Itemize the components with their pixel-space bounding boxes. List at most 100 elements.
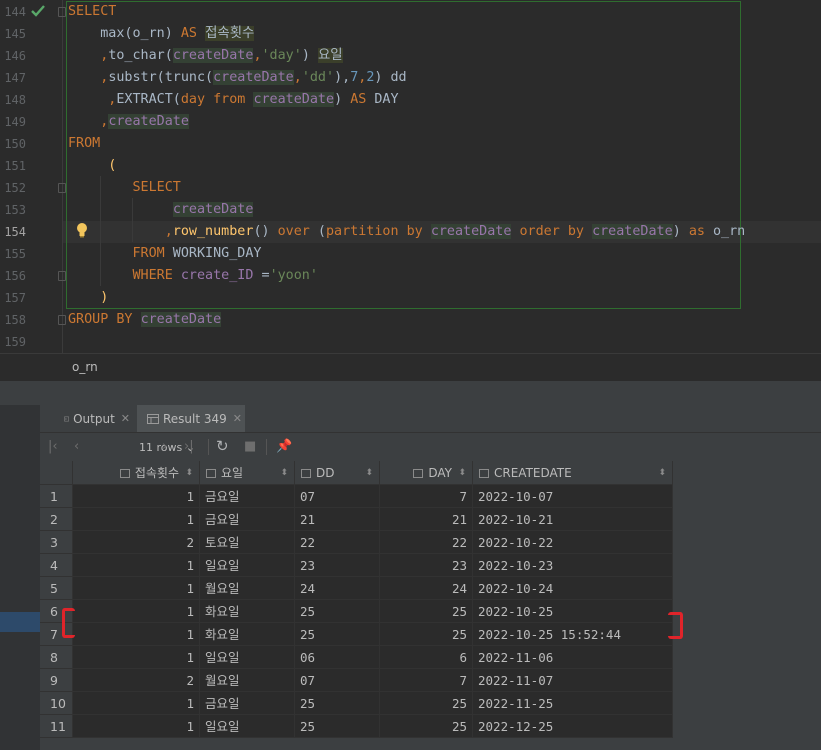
table-cell[interactable]: 1 (73, 715, 200, 738)
table-cell[interactable]: 월요일 (200, 669, 295, 692)
first-page-icon[interactable]: |‹ (48, 439, 58, 454)
grid-header-count[interactable]: 접속횟수 ⬍ (73, 461, 200, 485)
table-row[interactable]: 9 2 월요일 07 7 2022-11-07 (40, 669, 673, 692)
grid-header-weekday[interactable]: 요일 ⬍ (200, 461, 295, 485)
table-cell[interactable]: 25 (380, 715, 473, 738)
table-cell[interactable]: 21 (380, 508, 473, 531)
code-line[interactable]: WHERE create_ID ='yoon' (68, 265, 317, 287)
table-cell[interactable]: 2022-10-07 (473, 485, 673, 508)
refresh-icon[interactable]: ↻ (216, 437, 229, 455)
table-cell[interactable]: 2022-10-22 (473, 531, 673, 554)
table-row[interactable]: 11 1 일요일 25 25 2022-12-25 (40, 715, 673, 738)
table-cell[interactable]: 25 (295, 715, 380, 738)
sort-icon[interactable]: ⬍ (658, 461, 666, 485)
table-row[interactable]: 5 1 월요일 24 24 2022-10-24 (40, 577, 673, 600)
table-cell[interactable]: 2022-10-24 (473, 577, 673, 600)
table-cell[interactable]: 1 (73, 692, 200, 715)
last-page-icon[interactable]: ›| (184, 439, 194, 454)
table-row[interactable]: 3 2 토요일 22 22 2022-10-22 (40, 531, 673, 554)
table-cell[interactable]: 금요일 (200, 692, 295, 715)
panel-divider[interactable] (0, 381, 821, 405)
tab-output[interactable]: Output ✕ (48, 405, 130, 432)
table-cell[interactable]: 1 (73, 554, 200, 577)
bulb-icon[interactable] (76, 222, 88, 238)
table-cell[interactable]: 2022-12-25 (473, 715, 673, 738)
table-cell[interactable]: 07 (295, 485, 380, 508)
table-cell[interactable]: 6 (380, 646, 473, 669)
code-line[interactable]: ( (68, 155, 116, 177)
table-row[interactable]: 8 1 일요일 06 6 2022-11-06 (40, 646, 673, 669)
table-cell[interactable]: 25 (295, 692, 380, 715)
code-line[interactable]: createDate (68, 199, 254, 221)
table-cell[interactable]: 일요일 (200, 715, 295, 738)
grid-header-day[interactable]: DAY ⬍ (380, 461, 473, 485)
fold-marker-icon[interactable] (58, 271, 66, 281)
grid-header-createdate[interactable]: CREATEDATE ⬍ (473, 461, 673, 485)
table-cell[interactable]: 22 (295, 531, 380, 554)
sort-icon[interactable]: ⬍ (458, 461, 466, 485)
table-cell[interactable]: 2022-10-23 (473, 554, 673, 577)
tab-result[interactable]: Result 349 ✕ (137, 405, 245, 432)
table-cell[interactable]: 2022-11-06 (473, 646, 673, 669)
grid-header-dd[interactable]: DD ⬍ (295, 461, 380, 485)
table-cell[interactable]: 25 (295, 623, 380, 646)
fold-marker-icon[interactable] (58, 183, 66, 193)
table-cell[interactable]: 화요일 (200, 600, 295, 623)
stop-icon[interactable]: ■ (244, 439, 256, 454)
pin-icon[interactable]: 📌 (276, 439, 292, 454)
table-cell[interactable]: 2 (73, 669, 200, 692)
code-line[interactable]: ,row_number() over (partition by createD… (68, 221, 745, 243)
close-icon[interactable]: ✕ (233, 412, 242, 425)
table-row[interactable]: 10 1 금요일 25 25 2022-11-25 (40, 692, 673, 715)
table-cell[interactable]: 7 (380, 485, 473, 508)
table-cell[interactable]: 1 (73, 646, 200, 669)
table-cell[interactable]: 일요일 (200, 646, 295, 669)
code-editor[interactable]: 144 145 146 147 148 149 150 151 152 153 154 155 156 1… (0, 0, 821, 353)
table-row[interactable]: 2 1 금요일 21 21 2022-10-21 (40, 508, 673, 531)
breadcrumb-label[interactable]: o_rn (72, 360, 98, 374)
code-line[interactable]: ,EXTRACT(day from createDate) AS DAY (68, 89, 399, 111)
code-line[interactable]: SELECT (68, 1, 116, 23)
table-cell[interactable]: 2022-10-25 15:52:44 (473, 623, 673, 646)
next-page-icon[interactable]: › (162, 439, 167, 454)
table-cell[interactable]: 07 (295, 669, 380, 692)
code-line[interactable]: ,createDate (68, 111, 189, 133)
table-cell[interactable]: 7 (380, 669, 473, 692)
table-cell[interactable]: 06 (295, 646, 380, 669)
table-cell[interactable]: 1 (73, 485, 200, 508)
grid-corner[interactable] (40, 461, 73, 485)
table-row[interactable]: 7 1 화요일 25 25 2022-10-25 15:52:44 (40, 623, 673, 646)
table-cell[interactable]: 1 (73, 600, 200, 623)
table-cell[interactable]: 2022-11-25 (473, 692, 673, 715)
sort-icon[interactable]: ⬍ (185, 461, 193, 485)
code-line[interactable]: ,to_char(createDate,'day') 요일 (68, 45, 343, 67)
table-row[interactable]: 6 1 화요일 25 25 2022-10-25 (40, 600, 673, 623)
code-line[interactable]: FROM (68, 133, 100, 155)
sort-icon[interactable]: ⬍ (365, 461, 373, 485)
close-icon[interactable]: ✕ (121, 412, 130, 425)
table-cell[interactable]: 2022-11-07 (473, 669, 673, 692)
code-line[interactable]: FROM WORKING_DAY (68, 243, 261, 265)
table-row[interactable]: 4 1 일요일 23 23 2022-10-23 (40, 554, 673, 577)
table-cell[interactable]: 월요일 (200, 577, 295, 600)
table-cell[interactable]: 2 (73, 531, 200, 554)
table-cell[interactable]: 2022-10-25 (473, 600, 673, 623)
table-cell[interactable]: 토요일 (200, 531, 295, 554)
sort-icon[interactable]: ⬍ (280, 461, 288, 485)
prev-page-icon[interactable]: ‹ (74, 439, 79, 454)
fold-marker-icon[interactable] (58, 7, 66, 17)
table-cell[interactable]: 화요일 (200, 623, 295, 646)
fold-marker-icon[interactable] (58, 315, 66, 325)
table-cell[interactable]: 금요일 (200, 508, 295, 531)
table-cell[interactable]: 25 (380, 600, 473, 623)
table-cell[interactable]: 25 (380, 623, 473, 646)
table-cell[interactable]: 23 (295, 554, 380, 577)
table-cell[interactable]: 1 (73, 623, 200, 646)
table-cell[interactable]: 22 (380, 531, 473, 554)
table-cell[interactable]: 1 (73, 508, 200, 531)
table-cell[interactable]: 금요일 (200, 485, 295, 508)
code-line[interactable]: max(o_rn) AS 접속횟수 (68, 23, 255, 45)
code-line[interactable]: SELECT (68, 177, 180, 199)
table-cell[interactable]: 25 (380, 692, 473, 715)
table-cell[interactable]: 23 (380, 554, 473, 577)
